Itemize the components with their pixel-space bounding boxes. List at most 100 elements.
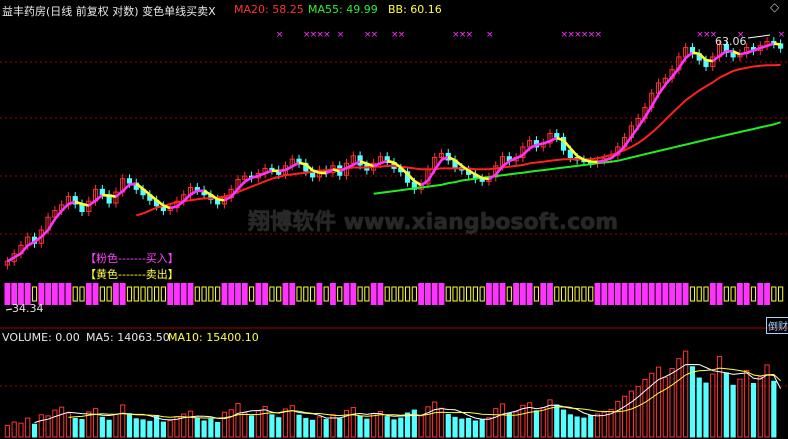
signal-bar-buy [113,283,119,305]
corner-button[interactable]: 倒财 [766,317,788,334]
volume-bar-up [499,403,506,438]
volume-bar-down [689,366,696,438]
signal-bar-buy [418,283,425,305]
sell-marker: × [276,30,284,40]
volume-bar-up [120,404,126,438]
signal-bar-sell [703,286,709,302]
signal-bar-sell [276,286,282,302]
volume-bar-up [235,403,241,438]
signal-bar-sell [533,286,540,302]
volume-bar-down [723,372,729,438]
color-change-line-segment [237,180,246,190]
signal-bar-sell [147,286,153,302]
candle-down [357,155,363,166]
signal-bar-buy [547,283,553,305]
signal-bar-buy [241,283,248,305]
signal-bar-buy [621,283,628,305]
signal-bar-sell [411,286,417,302]
volume-bar-down [696,377,702,438]
color-change-line-segment [482,176,490,181]
volume-bar-down [208,418,214,438]
color-change-line-segment [108,194,117,198]
volume-bar-down [126,413,133,438]
signal-bar-sell [99,286,105,302]
volume-bar-up [744,369,750,438]
color-change-line-segment [6,256,15,263]
volume-bar-up [18,422,24,438]
volume-bar-up [65,412,72,438]
scroll-up-icon[interactable]: ◇ [770,0,779,14]
signal-bar-sell [554,286,560,302]
volume-bar-up [52,409,58,438]
volume-bar-down [201,420,207,438]
signal-bar-sell [194,286,200,302]
signal-bar-sell [723,286,729,302]
volume-bar-down [106,419,112,438]
color-change-line-segment [19,244,29,255]
volume-bar-down [574,416,580,438]
signal-bar-buy [51,283,58,305]
signal-bar-buy [431,283,438,305]
signal-bar-sell [384,286,390,302]
volume-bar-up [737,378,743,438]
low-price-label: 34.34 [12,302,44,315]
signal-bar-buy [92,283,99,305]
volume-bar-up [316,416,322,438]
volume-bar-down [357,415,363,438]
volume-bar-up [282,408,289,438]
signal-bar-sell [506,286,512,302]
color-change-line-segment [746,49,754,54]
signal-bar-buy [655,283,662,305]
volume-bar-up [4,424,10,438]
signal-bar-sell [140,286,146,302]
signal-bar-sell [689,286,696,302]
chart-title: 益丰药房(日线 前复权 对数) 变色单线买卖X [2,5,216,18]
color-change-line-segment [94,194,104,202]
sell-marker: × [398,30,406,40]
color-change-line-segment [319,171,327,175]
signal-bar-buy [614,283,621,305]
signal-bar-buy [180,283,187,305]
volume-bar-down [459,418,465,438]
volume-bar-down [323,419,329,438]
signal-bar-buy [282,283,289,305]
volume-bar-down [310,419,316,438]
candle-down [126,178,133,184]
signal-bar-sell [215,286,221,302]
volume-bars [4,350,782,438]
volume-bar-up [187,410,194,438]
color-change-line-segment [40,229,50,238]
volume-bar-up [486,417,492,438]
signal-bar-buy [187,283,194,305]
signal-bar-buy [499,283,506,305]
color-change-line-segment [121,183,131,193]
signal-bar-sell [466,286,472,302]
volume-bar-down [472,420,478,438]
volume-label: VOLUME: 0.00 [2,331,80,344]
color-change-line-segment [529,143,538,150]
volume-bar-down [303,417,309,438]
signal-bar-buy [289,283,296,305]
volume-bar-up [38,414,44,438]
color-change-line-segment [217,198,225,202]
volume-bar-up [669,368,675,438]
signal-bar-buy [438,283,445,305]
signal-bar-sell [337,286,343,302]
signal-bar-buy [228,283,235,305]
signal-bar-sell [248,286,255,302]
volume-bar-up [540,407,546,438]
volume-bar-up [642,378,648,438]
color-change-line-segment [677,57,687,69]
volume-bar-up [594,413,601,438]
color-change-line-segment [705,58,713,63]
volume-bar-up [655,366,662,438]
volume-bar-up [683,350,689,438]
color-change-line-segment [298,161,307,166]
signal-bar-buy [743,283,750,305]
volume-bar-down [730,384,736,438]
signal-bar-sell [364,286,370,302]
signal-bar-sell [778,286,784,302]
signal-bar-buy [492,283,499,305]
vol-ma5-label: MA5: 14063.50 [86,331,170,344]
signal-bar-strip [4,283,784,305]
